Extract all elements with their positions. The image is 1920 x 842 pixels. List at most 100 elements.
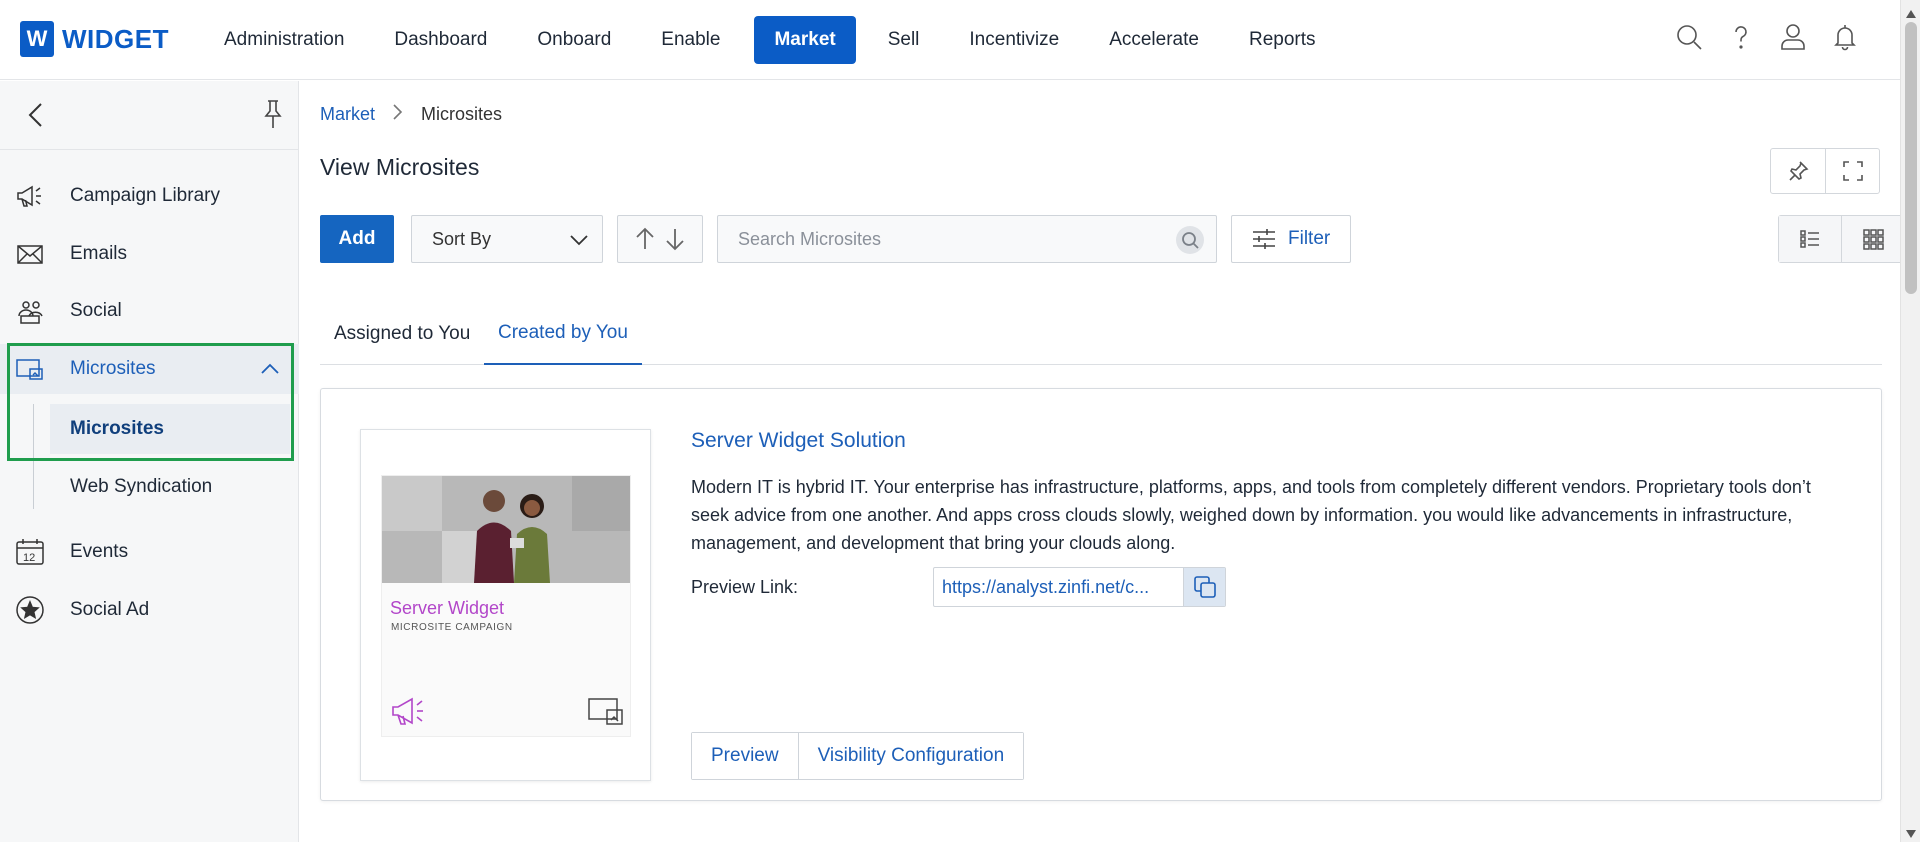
- tab-created-by-you[interactable]: Created by You: [484, 303, 642, 365]
- sidebar-item-campaign-library[interactable]: Campaign Library: [0, 171, 299, 221]
- thumbnail-subtitle: MICROSITE CAMPAIGN: [391, 622, 513, 633]
- logo-mark: W: [20, 21, 54, 57]
- nav-onboard[interactable]: Onboard: [513, 16, 635, 64]
- sidebar-item-label: Microsites: [70, 358, 156, 379]
- svg-text:12: 12: [23, 552, 35, 564]
- search-icon[interactable]: [1674, 22, 1704, 57]
- star-badge-icon: [15, 595, 45, 625]
- main-nav: Administration Dashboard Onboard Enable …: [200, 16, 1342, 64]
- chevron-down-icon: [568, 229, 590, 256]
- user-icon[interactable]: [1778, 22, 1808, 57]
- toolbar: Add Sort By Filter: [320, 215, 1904, 263]
- sidebar-item-social-ad[interactable]: Social Ad: [0, 585, 299, 635]
- nav-reports[interactable]: Reports: [1225, 16, 1340, 64]
- page-scrollbar[interactable]: [1900, 0, 1920, 842]
- microsite-icon: [587, 696, 625, 728]
- people-photo-image: [474, 490, 550, 583]
- sliders-icon: [1253, 229, 1275, 249]
- pin-icon: [1789, 161, 1809, 181]
- preview-link-field: https://analyst.zinfi.net/c...: [933, 567, 1226, 607]
- sort-by-label: Sort By: [432, 228, 492, 249]
- sidebar: Campaign Library Emails Social Microsite…: [0, 81, 299, 842]
- calendar-icon: 12: [15, 537, 45, 567]
- preview-link[interactable]: https://analyst.zinfi.net/c...: [934, 568, 1183, 606]
- list-view-icon: [1800, 230, 1819, 248]
- copy-link-button[interactable]: [1183, 568, 1225, 606]
- top-navigation-bar: W WIDGET Administration Dashboard Onboar…: [0, 0, 1900, 80]
- grid-view-icon: [1862, 229, 1884, 250]
- search-input[interactable]: [718, 216, 1158, 262]
- microsite-actions: Preview Visibility Configuration: [691, 732, 1025, 780]
- view-toggle: [1778, 215, 1904, 263]
- top-utility-icons: [1674, 22, 1860, 57]
- fullscreen-icon: [1842, 161, 1863, 181]
- tab-assigned-to-you[interactable]: Assigned to You: [320, 303, 484, 365]
- sidebar-item-label: Campaign Library: [70, 185, 220, 206]
- microsite-card: Server Widget MICROSITE CAMPAIGN Server …: [320, 388, 1882, 801]
- breadcrumb-current: Microsites: [421, 104, 503, 124]
- preview-button[interactable]: Preview: [692, 733, 798, 779]
- microsite-thumbnail[interactable]: Server Widget MICROSITE CAMPAIGN: [360, 429, 651, 781]
- collapse-sidebar-chevron-left-icon[interactable]: [20, 99, 52, 131]
- microsite-icon: [15, 354, 45, 384]
- sidebar-subitem-web-syndication[interactable]: Web Syndication: [50, 462, 290, 512]
- list-view-button[interactable]: [1779, 216, 1841, 262]
- nav-incentivize[interactable]: Incentivize: [945, 16, 1083, 64]
- sort-by-dropdown[interactable]: Sort By: [411, 215, 603, 263]
- filter-label: Filter: [1288, 228, 1331, 249]
- envelope-icon: [15, 239, 45, 269]
- social-icon: [15, 296, 45, 326]
- search-icon[interactable]: [1176, 226, 1204, 254]
- sort-direction-button[interactable]: [617, 215, 703, 263]
- megaphone-icon: [390, 693, 432, 729]
- visibility-configuration-button[interactable]: Visibility Configuration: [797, 733, 1024, 779]
- thumbnail-preview: Server Widget MICROSITE CAMPAIGN: [381, 475, 631, 737]
- microsite-description: Modern IT is hybrid IT. Your enterprise …: [691, 477, 1811, 553]
- sidebar-item-label: Social Ad: [70, 599, 150, 620]
- sidebar-item-events[interactable]: 12 Events: [0, 527, 299, 577]
- filter-button[interactable]: Filter: [1231, 215, 1351, 263]
- chevron-up-icon[interactable]: [259, 358, 281, 380]
- scroll-up-arrow-icon[interactable]: [1905, 6, 1917, 18]
- copy-icon: [1193, 576, 1216, 598]
- nav-accelerate[interactable]: Accelerate: [1085, 16, 1223, 64]
- page-actions: [1770, 148, 1880, 194]
- logo-text: WIDGET: [62, 23, 169, 54]
- sidebar-item-microsites[interactable]: Microsites: [0, 344, 299, 394]
- sidebar-item-emails[interactable]: Emails: [0, 229, 299, 279]
- arrow-up-icon: [636, 227, 654, 249]
- grid-view-button[interactable]: [1841, 216, 1903, 262]
- main-content: Market Microsites View Microsites Add So…: [300, 81, 1904, 842]
- sidebar-subitem-microsites[interactable]: Microsites: [50, 404, 290, 454]
- widget-logo[interactable]: W WIDGET: [20, 21, 169, 57]
- megaphone-icon: [15, 181, 45, 211]
- nav-market[interactable]: Market: [754, 16, 856, 64]
- scrollbar-thumb[interactable]: [1905, 22, 1917, 294]
- sidebar-item-label: Events: [70, 541, 129, 562]
- nav-administration[interactable]: Administration: [200, 16, 368, 64]
- scroll-down-arrow-icon[interactable]: [1905, 826, 1917, 838]
- nav-dashboard[interactable]: Dashboard: [370, 16, 511, 64]
- search-box: [717, 215, 1217, 263]
- help-icon[interactable]: [1726, 22, 1756, 57]
- arrow-down-icon: [666, 229, 684, 251]
- sidebar-item-label: Social: [70, 300, 122, 321]
- pin-icon[interactable]: [258, 97, 288, 131]
- sidebar-item-social[interactable]: Social: [0, 286, 299, 336]
- submenu-guide-line: [33, 404, 34, 509]
- thumbnail-title: Server Widget: [390, 598, 505, 618]
- sidebar-item-label: Emails: [70, 243, 128, 264]
- preview-link-label: Preview Link:: [691, 577, 799, 597]
- nav-sell[interactable]: Sell: [864, 16, 944, 64]
- nav-enable[interactable]: Enable: [637, 16, 744, 64]
- page-title: View Microsites: [320, 154, 480, 180]
- fullscreen-button[interactable]: [1825, 149, 1879, 193]
- pin-page-button[interactable]: [1771, 149, 1825, 193]
- chevron-right-icon: [391, 103, 405, 126]
- tab-bar: Assigned to You Created by You: [320, 303, 1882, 365]
- sidebar-header: [0, 81, 298, 150]
- microsite-title[interactable]: Server Widget Solution: [691, 429, 906, 453]
- add-button[interactable]: Add: [320, 215, 394, 263]
- bell-icon[interactable]: [1830, 22, 1860, 57]
- breadcrumb-market[interactable]: Market: [320, 104, 375, 125]
